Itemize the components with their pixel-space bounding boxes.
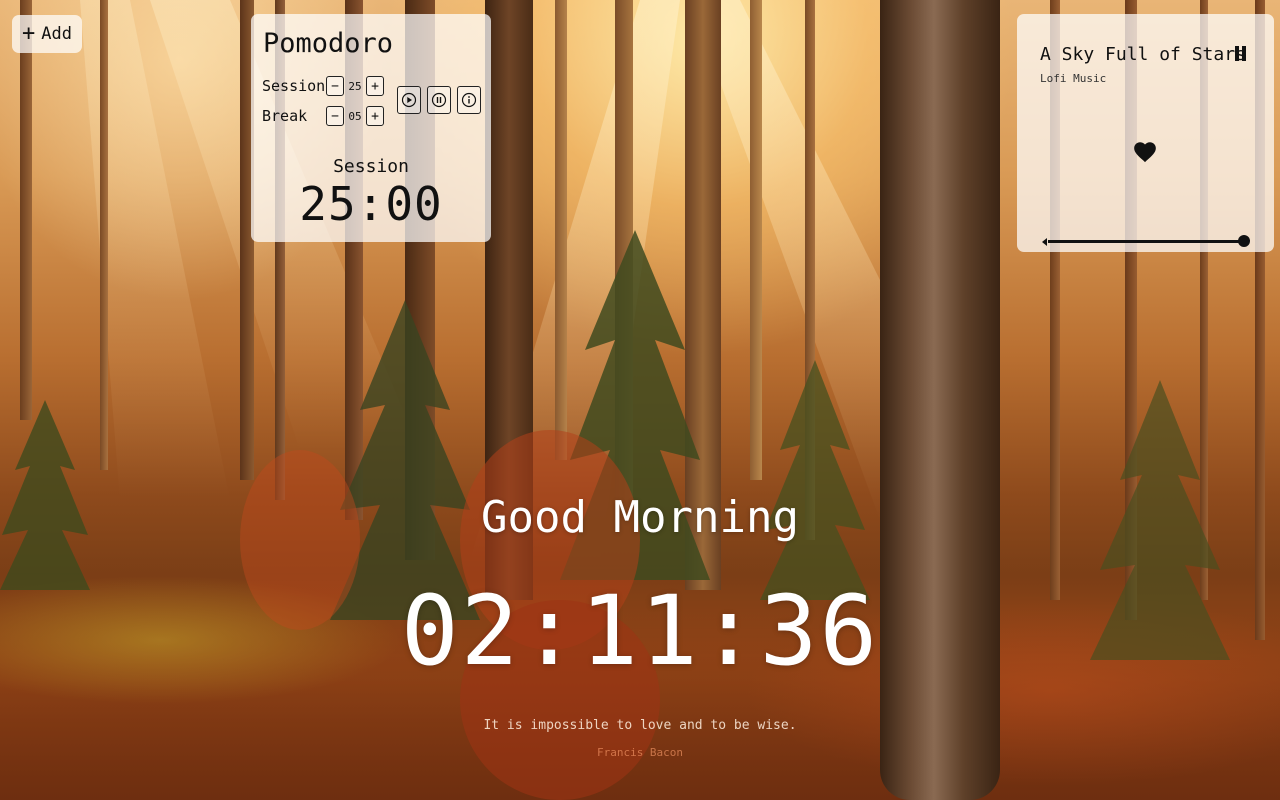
volume-low-icon bbox=[1042, 238, 1047, 246]
pause-icon bbox=[431, 92, 447, 108]
timer-mode-label: Session bbox=[333, 156, 409, 177]
song-title: A Sky Full of Stars bbox=[1040, 44, 1246, 65]
greeting-text: Good Morning bbox=[481, 492, 799, 543]
tree-trunk bbox=[100, 0, 108, 470]
break-decrement-button[interactable]: − bbox=[326, 106, 344, 126]
session-length-label: Session bbox=[262, 77, 326, 95]
song-artist: Lofi Music bbox=[1040, 72, 1107, 85]
pomodoro-widget: Pomodoro Session − 25 + Break − 05 + Ses… bbox=[251, 14, 491, 242]
volume-track bbox=[1048, 240, 1244, 243]
play-icon bbox=[401, 92, 417, 108]
break-increment-button[interactable]: + bbox=[366, 106, 384, 126]
volume-slider[interactable] bbox=[1042, 235, 1250, 248]
start-button[interactable] bbox=[397, 86, 421, 114]
session-length-row: Session − 25 + bbox=[262, 76, 384, 96]
info-button[interactable] bbox=[457, 86, 481, 114]
break-length-row: Break − 05 + bbox=[262, 106, 384, 126]
music-player-widget: A Sky Full of Stars Lofi Music bbox=[1017, 14, 1274, 252]
break-length-label: Break bbox=[262, 107, 308, 125]
fir-tree bbox=[760, 360, 870, 600]
clock-display: 02:11:36 bbox=[400, 575, 880, 687]
add-widget-button[interactable]: + Add bbox=[12, 15, 82, 53]
quote-text: It is impossible to love and to be wise. bbox=[483, 718, 797, 733]
plus-icon: + bbox=[22, 21, 36, 46]
pomodoro-title: Pomodoro bbox=[263, 28, 394, 59]
pause-icon[interactable] bbox=[1234, 46, 1248, 62]
volume-handle[interactable] bbox=[1238, 235, 1250, 247]
break-length-value: 05 bbox=[348, 109, 362, 123]
tree-trunk bbox=[20, 0, 32, 420]
add-button-label: Add bbox=[41, 24, 72, 44]
info-icon bbox=[461, 92, 477, 108]
timer-display: 25:00 bbox=[299, 177, 443, 231]
pomodoro-controls bbox=[397, 86, 481, 114]
session-length-value: 25 bbox=[348, 79, 362, 93]
pause-button[interactable] bbox=[427, 86, 451, 114]
session-increment-button[interactable]: + bbox=[366, 76, 384, 96]
session-decrement-button[interactable]: − bbox=[326, 76, 344, 96]
heart-icon[interactable] bbox=[1132, 139, 1158, 165]
quote-author: Francis Bacon bbox=[596, 746, 684, 759]
